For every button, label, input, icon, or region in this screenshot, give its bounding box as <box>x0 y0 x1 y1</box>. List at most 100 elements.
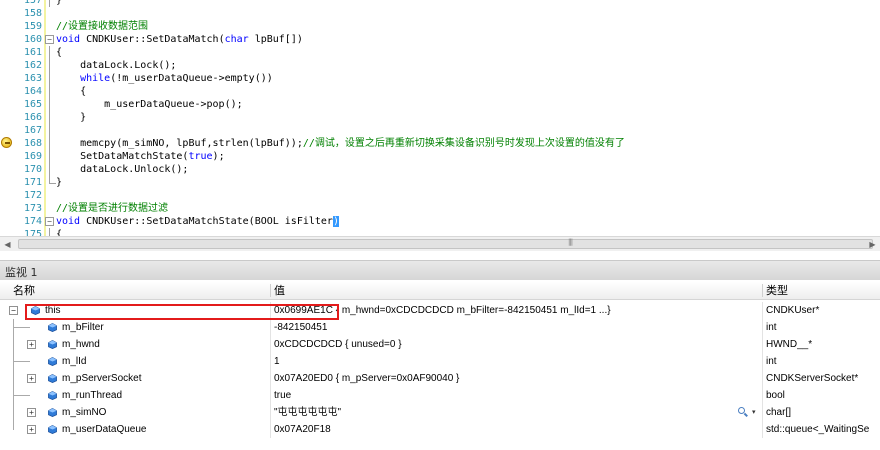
watch-name[interactable]: m_hwnd <box>62 336 100 353</box>
watch-value[interactable]: 0x07A20ED0 { m_pServer=0x0AF90040 } <box>274 370 459 387</box>
code-text[interactable]: void CNDKUser::SetDataMatchState(BOOL is… <box>56 215 339 228</box>
code-line[interactable]: 158 <box>0 7 880 20</box>
code-text[interactable]: SetDataMatchState(true); <box>56 150 225 163</box>
watch-row[interactable]: + m_pServerSocket 0x07A20ED0 { m_pServer=0… <box>0 370 880 387</box>
expand-icon[interactable]: + <box>27 425 36 434</box>
panel-splitter[interactable] <box>0 251 880 260</box>
outline-guide <box>49 85 50 98</box>
line-number: 174 <box>23 216 42 227</box>
code-line[interactable]: 160− void CNDKUser::SetDataMatch(char lpB… <box>0 33 880 46</box>
watch-row[interactable]: m_lId 1 int <box>0 353 880 370</box>
code-text[interactable]: void CNDKUser::SetDataMatch(char lpBuf[]… <box>56 33 303 46</box>
watch-name[interactable]: m_pServerSocket <box>62 370 141 387</box>
code-text[interactable]: //设置接收数据范围 <box>56 20 148 33</box>
code-text[interactable]: } <box>56 0 62 7</box>
code-line[interactable]: 164 { <box>0 85 880 98</box>
scroll-right-arrow-icon[interactable]: ▶ <box>865 237 880 252</box>
column-header-value[interactable]: 值 <box>274 282 285 299</box>
code-text[interactable]: //设置是否进行数据过滤 <box>56 202 168 215</box>
watch-value[interactable]: -842150451 <box>274 319 327 336</box>
code-line[interactable]: 174− void CNDKUser::SetDataMatchState(BOO… <box>0 215 880 228</box>
tree-line <box>13 421 14 430</box>
watch-value[interactable]: 0xCDCDCDCD { unused=0 } <box>274 336 402 353</box>
code-line[interactable]: 165 m_userDataQueue->pop(); <box>0 98 880 111</box>
watch-type: bool <box>766 390 785 401</box>
watch-row[interactable]: m_runThread true bool <box>0 387 880 404</box>
code-text[interactable]: } <box>56 111 86 124</box>
scrollbar-thumb[interactable] <box>18 239 873 249</box>
code-text[interactable]: dataLock.Unlock(); <box>56 163 188 176</box>
column-divider[interactable] <box>270 284 271 297</box>
code-text[interactable]: { <box>56 46 62 59</box>
code-text[interactable]: } <box>56 176 62 189</box>
watch-name[interactable]: m_bFilter <box>62 319 104 336</box>
line-number: 172 <box>23 190 42 201</box>
watch-name[interactable]: m_lId <box>62 353 86 370</box>
watch-value[interactable]: 1 <box>274 353 280 370</box>
code-editor[interactable]: 157} 158 159//设置接收数据范围 160− void CNDKUser::S… <box>0 0 880 236</box>
line-number: 157 <box>23 0 42 6</box>
scroll-left-arrow-icon[interactable]: ◀ <box>0 237 15 252</box>
code-text[interactable]: dataLock.Lock(); <box>56 59 176 72</box>
code-text[interactable]: memcpy(m_simNO, lpBuf,strlen(lpBuf));//调… <box>56 137 625 150</box>
column-header-type[interactable]: 类型 <box>766 282 788 299</box>
watch-value-text[interactable]: true <box>274 390 291 401</box>
expand-icon[interactable]: + <box>27 374 36 383</box>
watch-name[interactable]: m_runThread <box>62 387 122 404</box>
watch-name[interactable]: m_userDataQueue <box>62 421 147 438</box>
line-number: 158 <box>23 8 42 19</box>
code-line[interactable]: 169 SetDataMatchState(true); <box>0 150 880 163</box>
code-line[interactable]: 171} <box>0 176 880 189</box>
visualizer-dropdown-icon[interactable]: ▾ <box>752 404 756 421</box>
code-text[interactable]: m_userDataQueue->pop(); <box>56 98 242 111</box>
code-text[interactable]: { <box>56 228 62 236</box>
code-line[interactable]: 170 dataLock.Unlock(); <box>0 163 880 176</box>
code-text[interactable]: { <box>56 85 86 98</box>
code-line[interactable]: 161 { <box>0 46 880 59</box>
code-line[interactable]: 162 dataLock.Lock(); <box>0 59 880 72</box>
watch-value-text[interactable]: -842150451 <box>274 322 327 333</box>
code-line[interactable]: 157} <box>0 0 880 7</box>
code-line[interactable]: 159 //设置接收数据范围 <box>0 20 880 33</box>
watch-value-text[interactable]: "屯屯屯屯屯屯" <box>274 407 341 418</box>
code-line[interactable]: 163 while(!m_userDataQueue->empty()) <box>0 72 880 85</box>
watch-value-text[interactable]: 1 <box>274 356 280 367</box>
line-number: 175 <box>23 229 42 236</box>
line-number: 168 <box>23 138 42 149</box>
code-line[interactable]: 172 <box>0 189 880 202</box>
editor-horizontal-scrollbar[interactable]: ◀ ||| ▶ <box>0 236 880 251</box>
text-visualizer-icon[interactable] <box>738 407 745 414</box>
code-line[interactable]: 175 { <box>0 228 880 236</box>
code-text[interactable]: while(!m_userDataQueue->empty()) <box>56 72 273 85</box>
expand-icon[interactable]: + <box>27 408 36 417</box>
code-line[interactable]: 173 //设置是否进行数据过滤 <box>0 202 880 215</box>
column-divider[interactable] <box>762 284 763 297</box>
watch-row[interactable]: m_bFilter -842150451 int <box>0 319 880 336</box>
watch-value[interactable]: true <box>274 387 291 404</box>
watch-value[interactable]: "屯屯屯屯屯屯" <box>274 404 341 421</box>
collapse-region-icon[interactable]: − <box>45 35 54 44</box>
watch-value-summary[interactable]: { m_hwnd=0xCDCDCDCD m_bFilter=-842150451… <box>333 305 611 316</box>
expand-icon[interactable]: + <box>27 340 36 349</box>
column-divider <box>270 370 271 387</box>
watch-value[interactable]: 0x07A20F18 <box>274 421 331 438</box>
line-number: 160 <box>23 34 42 45</box>
watch-value-text[interactable]: 0x07A20F18 <box>274 424 331 435</box>
current-statement-arrow-icon[interactable] <box>1 137 12 148</box>
collapse-icon[interactable]: − <box>9 306 18 315</box>
watch-value-text[interactable]: 0x07A20ED0 { m_pServer=0x0AF90040 } <box>274 373 459 384</box>
code-line[interactable]: 167 <box>0 124 880 137</box>
outline-guide <box>49 111 50 124</box>
line-number: 169 <box>23 151 42 162</box>
watch-name[interactable]: m_simNO <box>62 404 106 421</box>
line-number: 161 <box>23 47 42 58</box>
watch-row[interactable]: + m_userDataQueue 0x07A20F18 std::queue<_Wa… <box>0 421 880 438</box>
watch-row[interactable]: + m_simNO "屯屯屯屯屯屯" ▾ char[] <box>0 404 880 421</box>
watch-row[interactable]: + m_hwnd 0xCDCDCDCD { unused=0 } HWND__* <box>0 336 880 353</box>
code-line[interactable]: 166 } <box>0 111 880 124</box>
line-number: 167 <box>23 125 42 136</box>
column-header-name[interactable]: 名称 <box>13 282 35 299</box>
code-line[interactable]: 168 memcpy(m_simNO, lpBuf,strlen(lpBuf))… <box>0 137 880 150</box>
watch-value-text[interactable]: 0xCDCDCDCD { unused=0 } <box>274 339 402 350</box>
collapse-region-icon[interactable]: − <box>45 217 54 226</box>
